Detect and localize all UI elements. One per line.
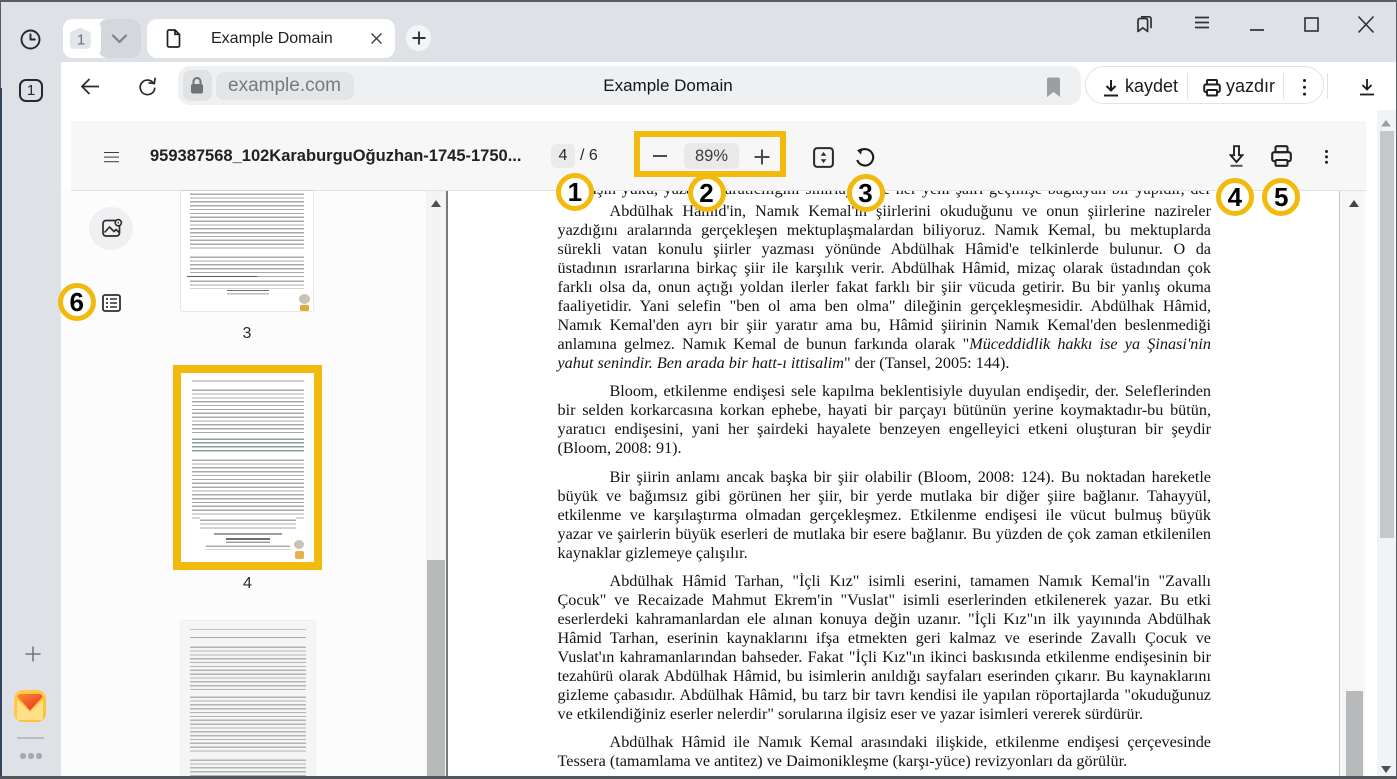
svg-text:1: 1: [77, 32, 85, 49]
